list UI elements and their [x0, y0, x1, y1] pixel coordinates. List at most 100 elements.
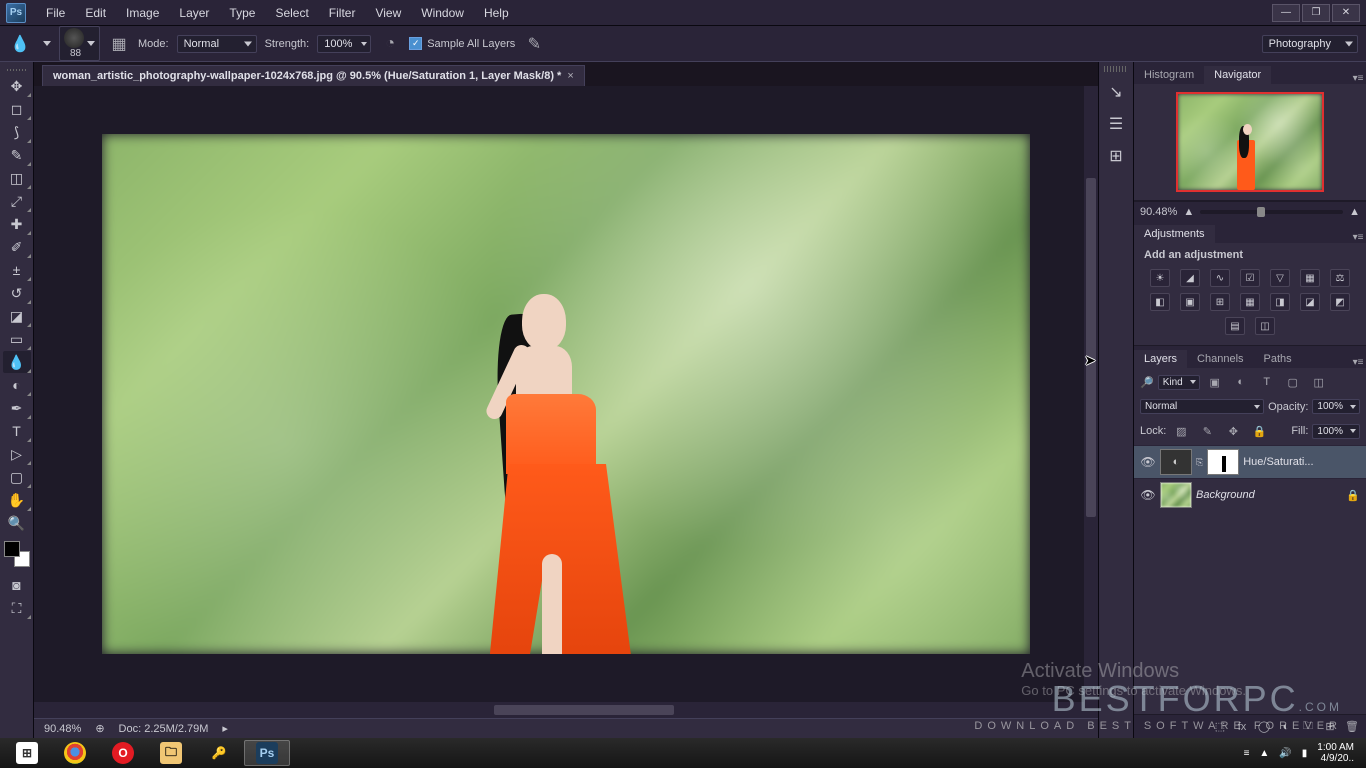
- horizontal-scrollbar[interactable]: [34, 702, 1098, 718]
- adj-hue-icon[interactable]: ▦: [1300, 269, 1320, 287]
- menu-help[interactable]: Help: [474, 2, 519, 24]
- system-tray[interactable]: ≡ ▲ 🔊 ▮ 1:00 AM 4/9/20..: [1236, 742, 1362, 764]
- dock-handle[interactable]: [1104, 66, 1128, 72]
- horizontal-scroll-thumb[interactable]: [494, 705, 674, 715]
- taskbar-chrome[interactable]: [52, 740, 98, 766]
- window-maximize[interactable]: ❐: [1302, 4, 1330, 22]
- layer-filter-kind[interactable]: Kind: [1158, 375, 1200, 390]
- eyedropper-tool[interactable]: ⤢: [3, 190, 31, 212]
- menu-edit[interactable]: Edit: [75, 2, 116, 24]
- layer-fx-icon[interactable]: fx: [1234, 719, 1250, 735]
- lock-position-icon[interactable]: ✥: [1222, 420, 1244, 442]
- adj-invert-icon[interactable]: ◨: [1270, 293, 1290, 311]
- adj-lookup-icon[interactable]: ▦: [1240, 293, 1260, 311]
- brush-panel-toggle[interactable]: ▦: [108, 33, 130, 55]
- foreground-color[interactable]: [4, 541, 20, 557]
- window-close[interactable]: ✕: [1332, 4, 1360, 22]
- vertical-scroll-thumb[interactable]: [1086, 178, 1096, 517]
- menu-image[interactable]: Image: [116, 2, 169, 24]
- healing-tool[interactable]: ✚: [3, 213, 31, 235]
- layer-thumb-image[interactable]: [1160, 482, 1192, 508]
- zoom-out-icon[interactable]: ▲: [1183, 206, 1194, 218]
- panel-menu-icon[interactable]: ▾≡: [1350, 73, 1366, 84]
- filter-smart-icon[interactable]: ◫: [1308, 371, 1330, 393]
- eraser-tool[interactable]: ◪: [3, 305, 31, 327]
- zoom-tool[interactable]: 🔍: [3, 512, 31, 534]
- taskbar-explorer[interactable]: 🗀: [148, 740, 194, 766]
- history-panel-icon[interactable]: ↘: [1104, 80, 1128, 104]
- layer-thumb-adjustment[interactable]: ◐: [1160, 449, 1192, 475]
- vertical-scrollbar[interactable]: [1084, 86, 1098, 702]
- new-layer-icon[interactable]: ⊞: [1322, 719, 1338, 735]
- lasso-tool[interactable]: ⟆: [3, 121, 31, 143]
- menu-window[interactable]: Window: [411, 2, 474, 24]
- color-swatch[interactable]: [4, 541, 30, 567]
- layer-row-huesat[interactable]: 👁 ◐ ⎘ Hue/Saturati...: [1134, 445, 1366, 478]
- workspace-picker[interactable]: Photography: [1262, 35, 1358, 53]
- panel-menu-icon[interactable]: ▾≡: [1350, 232, 1366, 243]
- screen-mode-toggle[interactable]: ⛶: [3, 597, 31, 619]
- lock-transparent-icon[interactable]: ▨: [1170, 420, 1192, 442]
- layer-mask-thumb[interactable]: [1207, 449, 1239, 475]
- menu-layer[interactable]: Layer: [169, 2, 219, 24]
- menu-select[interactable]: Select: [265, 2, 318, 24]
- layer-blend-mode[interactable]: Normal: [1140, 399, 1264, 414]
- lock-all-icon[interactable]: 🔒: [1248, 420, 1270, 442]
- visibility-toggle-icon[interactable]: 👁: [1140, 455, 1156, 469]
- adj-selective-icon[interactable]: ◫: [1255, 317, 1275, 335]
- filter-shape-icon[interactable]: ▢: [1282, 371, 1304, 393]
- pressure-toggle[interactable]: ◔: [379, 33, 401, 55]
- adj-curves-icon[interactable]: ∿: [1210, 269, 1230, 287]
- tab-adjustments[interactable]: Adjustments: [1134, 225, 1215, 243]
- status-arrow-icon[interactable]: ▸: [222, 722, 228, 735]
- tool-preset-arrow[interactable]: [43, 41, 51, 46]
- move-tool[interactable]: ✥: [3, 75, 31, 97]
- filter-pixel-icon[interactable]: ▣: [1204, 371, 1226, 393]
- adj-gradient-icon[interactable]: ▤: [1225, 317, 1245, 335]
- taskbar-opera[interactable]: O: [100, 740, 146, 766]
- shape-tool[interactable]: ▢: [3, 466, 31, 488]
- gradient-tool[interactable]: ▭: [3, 328, 31, 350]
- status-zoom[interactable]: 90.48%: [44, 723, 81, 735]
- actions-panel-icon[interactable]: ☰: [1104, 112, 1128, 136]
- tablet-pressure-icon[interactable]: ✎: [523, 33, 545, 55]
- tab-paths[interactable]: Paths: [1254, 350, 1302, 368]
- adj-posterize-icon[interactable]: ◪: [1300, 293, 1320, 311]
- layer-name[interactable]: Hue/Saturati...: [1243, 456, 1360, 468]
- delete-layer-icon[interactable]: 🗑: [1344, 719, 1360, 735]
- clone-stamp-tool[interactable]: ±: [3, 259, 31, 281]
- status-icon[interactable]: ⊕: [95, 722, 104, 735]
- adj-threshold-icon[interactable]: ◩: [1330, 293, 1350, 311]
- visibility-toggle-icon[interactable]: 👁: [1140, 488, 1156, 502]
- filter-type-icon[interactable]: T: [1256, 371, 1278, 393]
- link-icon[interactable]: ⎘: [1196, 457, 1203, 468]
- navigator-thumbnail[interactable]: [1176, 92, 1324, 192]
- tray-flag-icon[interactable]: ≡: [1244, 748, 1250, 759]
- adj-levels-icon[interactable]: ◢: [1180, 269, 1200, 287]
- panel-menu-icon[interactable]: ▾≡: [1350, 357, 1366, 368]
- toolbox-handle[interactable]: [0, 66, 33, 74]
- strength-input[interactable]: 100%: [317, 35, 371, 53]
- new-adjustment-icon[interactable]: ◐: [1278, 719, 1294, 735]
- adj-brightness-icon[interactable]: ☀: [1150, 269, 1170, 287]
- crop-tool[interactable]: ◫: [3, 167, 31, 189]
- tray-network-icon[interactable]: ▲: [1259, 748, 1269, 759]
- close-tab-icon[interactable]: ×: [567, 70, 573, 82]
- adj-exposure-icon[interactable]: ☑: [1240, 269, 1260, 287]
- taskbar-app[interactable]: 🔑: [196, 740, 242, 766]
- brush-preset-picker[interactable]: 88: [59, 26, 100, 61]
- tab-navigator[interactable]: Navigator: [1204, 66, 1271, 84]
- path-select-tool[interactable]: ▷: [3, 443, 31, 465]
- link-layers-icon[interactable]: ⬚: [1212, 719, 1228, 735]
- tray-sound-icon[interactable]: 🔊: [1279, 748, 1291, 759]
- start-button[interactable]: ⊞: [4, 740, 50, 766]
- tab-histogram[interactable]: Histogram: [1134, 66, 1204, 84]
- adj-vibrance-icon[interactable]: ▽: [1270, 269, 1290, 287]
- quickmask-toggle[interactable]: ◙: [3, 574, 31, 596]
- menu-file[interactable]: File: [36, 2, 75, 24]
- navigator-zoom-value[interactable]: 90.48%: [1140, 206, 1177, 218]
- tray-battery-icon[interactable]: ▮: [1302, 748, 1308, 759]
- filter-adjustment-icon[interactable]: ◐: [1230, 371, 1252, 393]
- quick-select-tool[interactable]: ✎: [3, 144, 31, 166]
- history-brush-tool[interactable]: ↺: [3, 282, 31, 304]
